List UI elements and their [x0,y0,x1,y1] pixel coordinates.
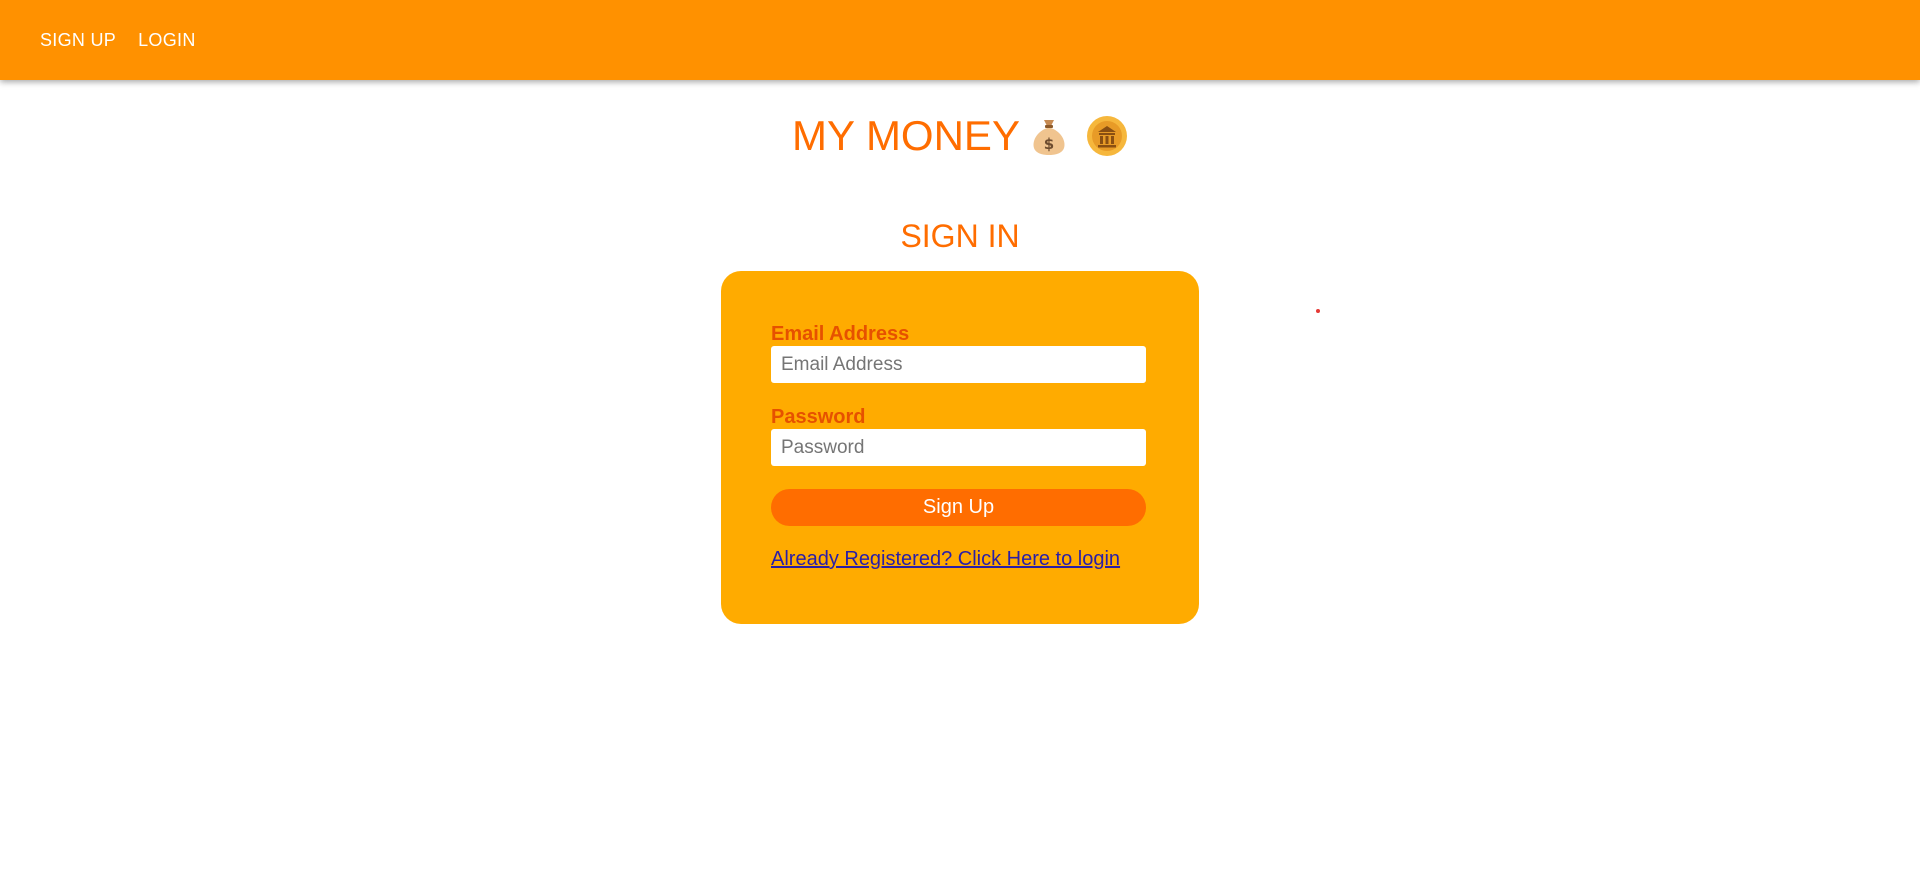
top-nav-bar: SIGN UP LOGIN [0,0,1920,80]
password-group: Password [771,406,1149,466]
signup-button[interactable]: Sign Up [771,489,1146,526]
already-registered-login-link[interactable]: Already Registered? Click Here to login [771,548,1120,571]
svg-text:$: $ [1044,135,1054,153]
app-title: MY MONEY [792,112,1020,159]
signin-heading: SIGN IN [900,218,1020,254]
nav-login-link[interactable]: LOGIN [138,30,196,51]
coin-icon [1086,115,1128,157]
email-field[interactable] [771,346,1146,383]
email-label: Email Address [771,323,910,345]
cursor-dot [1316,309,1320,313]
nav-signup-link[interactable]: SIGN UP [40,30,116,51]
password-field[interactable] [771,429,1146,466]
password-label: Password [771,406,866,428]
money-bag-icon: $ [1030,116,1068,156]
app-title-row: MY MONEY $ [0,112,1920,160]
signin-form-card: Email Address Password Sign Up Already R… [721,271,1199,624]
